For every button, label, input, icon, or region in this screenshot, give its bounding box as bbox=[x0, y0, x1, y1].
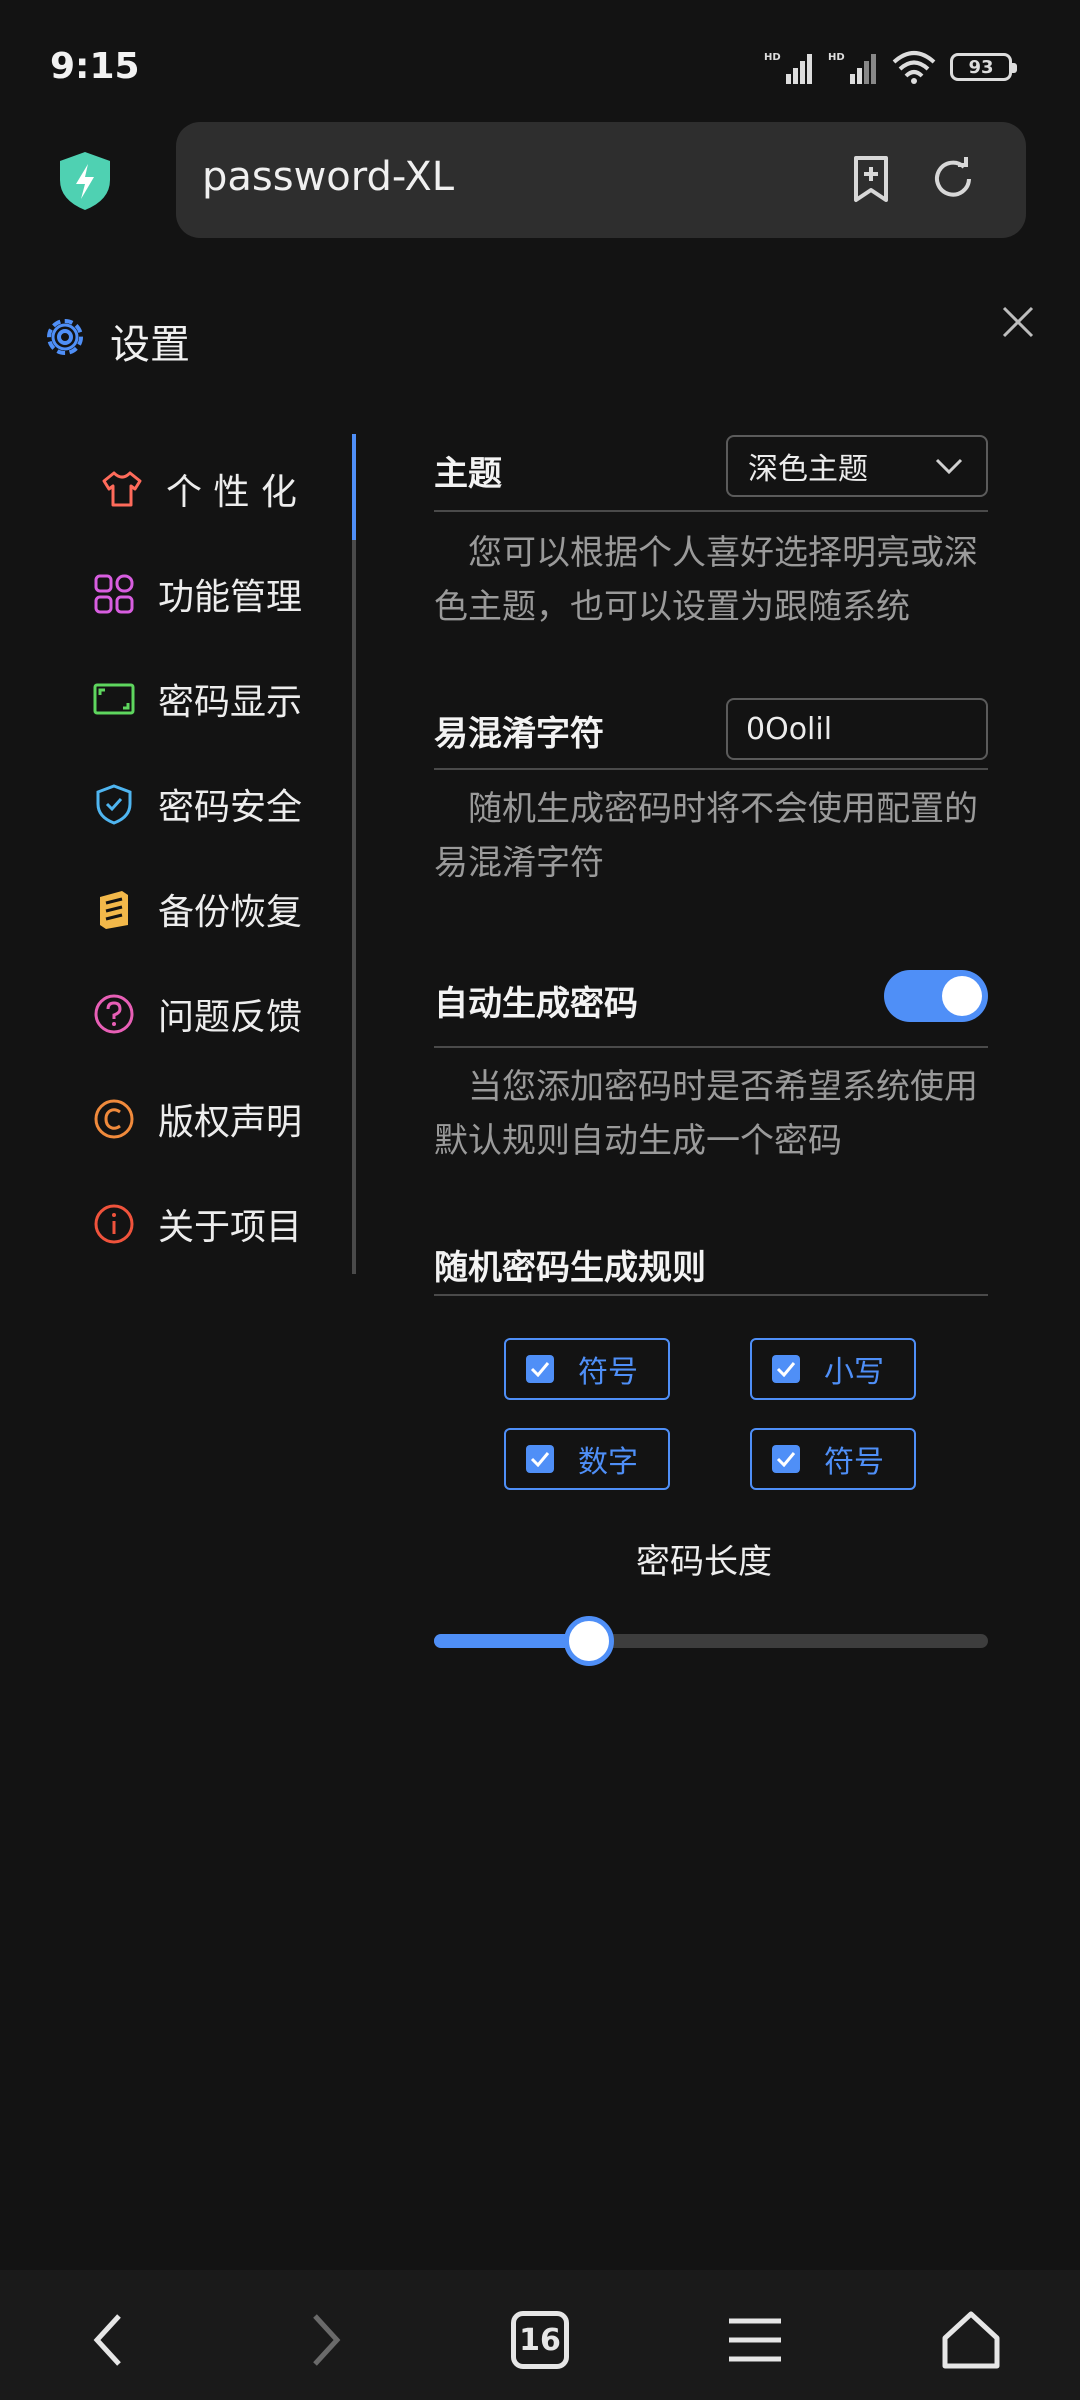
sidebar-item-about[interactable]: 关于项目 bbox=[92, 1189, 342, 1259]
rule-checkbox-lowercase[interactable]: 小写 bbox=[750, 1338, 916, 1400]
rule-label: 符号 bbox=[578, 1355, 638, 1390]
battery-icon: 93 bbox=[950, 53, 1017, 81]
check-icon bbox=[526, 1445, 554, 1473]
sidebar-item-label: 关于项目 bbox=[158, 1207, 303, 1248]
status-icons: HD HD 93 bbox=[764, 50, 1017, 84]
check-icon bbox=[772, 1445, 800, 1473]
sidebar-item-features[interactable]: 功能管理 bbox=[92, 559, 342, 629]
copyright-icon bbox=[94, 1099, 134, 1139]
bookmark-add-icon[interactable] bbox=[844, 152, 898, 206]
question-icon bbox=[94, 994, 134, 1034]
auto-gen-toggle[interactable] bbox=[884, 970, 988, 1022]
shield-bolt-icon[interactable] bbox=[56, 150, 114, 212]
sidebar-divider bbox=[352, 434, 356, 1274]
menu-button[interactable] bbox=[720, 2305, 790, 2375]
wifi-icon bbox=[892, 51, 936, 84]
forward-button[interactable] bbox=[290, 2305, 360, 2375]
info-icon bbox=[94, 1204, 134, 1244]
confusing-divider bbox=[434, 768, 988, 770]
theme-title: 主题 bbox=[434, 454, 502, 494]
refresh-icon[interactable] bbox=[926, 152, 980, 206]
theme-divider bbox=[434, 510, 988, 512]
theme-desc: 您可以根据个人喜好选择明亮或深色主题，也可以设置为跟随系统 bbox=[434, 533, 978, 627]
rule-checkbox-symbols[interactable]: 符号 bbox=[504, 1338, 670, 1400]
sidebar-item-personalize[interactable]: 个 性 化 bbox=[100, 454, 350, 524]
battery-level: 93 bbox=[968, 56, 994, 78]
home-button[interactable] bbox=[936, 2305, 1006, 2375]
screen-icon bbox=[93, 683, 135, 715]
tshirt-icon bbox=[102, 471, 142, 507]
sidebar-item-label: 个 性 化 bbox=[166, 472, 297, 513]
rules-title: 随机密码生成规则 bbox=[434, 1248, 706, 1288]
sidebar-item-display[interactable]: 密码显示 bbox=[92, 664, 342, 734]
rules-divider bbox=[434, 1294, 988, 1296]
rule-checkbox-numbers[interactable]: 数字 bbox=[504, 1428, 670, 1490]
archive-icon bbox=[100, 891, 128, 929]
chevron-right-icon bbox=[313, 2314, 341, 2366]
theme-select[interactable]: 深色主题 bbox=[726, 435, 988, 497]
theme-select-value: 深色主题 bbox=[748, 452, 868, 487]
rule-label: 小写 bbox=[824, 1355, 884, 1390]
url-bar[interactable]: password-XL bbox=[176, 122, 1026, 238]
auto-gen-title: 自动生成密码 bbox=[434, 984, 638, 1024]
sidebar-item-label: 功能管理 bbox=[158, 577, 303, 618]
length-slider-thumb[interactable] bbox=[564, 1616, 615, 1666]
sidebar-item-security[interactable]: 密码安全 bbox=[92, 769, 342, 839]
tab-count: 16 bbox=[511, 2311, 569, 2369]
chevron-down-icon bbox=[935, 458, 963, 475]
tabs-button[interactable]: 16 bbox=[505, 2305, 575, 2375]
gear-icon bbox=[47, 319, 83, 355]
home-icon bbox=[942, 2311, 1000, 2369]
sidebar-item-label: 密码安全 bbox=[158, 787, 303, 828]
length-label: 密码长度 bbox=[636, 1542, 772, 1582]
signal-label-2: HD bbox=[828, 52, 845, 63]
sidebar-item-label: 备份恢复 bbox=[158, 892, 303, 933]
menu-icon bbox=[729, 2318, 781, 2362]
sidebar-item-label: 问题反馈 bbox=[158, 997, 303, 1038]
close-icon[interactable] bbox=[996, 300, 1040, 344]
confusing-chars-input[interactable] bbox=[726, 698, 988, 760]
settings-title: 设置 bbox=[110, 322, 190, 368]
back-button[interactable] bbox=[74, 2305, 144, 2375]
toggle-knob bbox=[942, 976, 982, 1016]
auto-gen-divider bbox=[434, 1046, 988, 1048]
check-icon bbox=[526, 1355, 554, 1383]
confusing-desc: 随机生成密码时将不会使用配置的易混淆字符 bbox=[434, 789, 978, 883]
sidebar-item-copyright[interactable]: 版权声明 bbox=[92, 1084, 342, 1154]
apps-icon bbox=[94, 574, 134, 614]
sidebar-item-backup[interactable]: 备份恢复 bbox=[92, 874, 342, 944]
sidebar-item-label: 版权声明 bbox=[158, 1102, 303, 1143]
url-text[interactable]: password-XL bbox=[202, 154, 454, 200]
confusing-title: 易混淆字符 bbox=[434, 714, 604, 754]
shield-check-icon bbox=[96, 784, 132, 825]
signal-icon: HD bbox=[764, 52, 812, 84]
auto-gen-desc: 当您添加密码时是否希望系统使用默认规则自动生成一个密码 bbox=[434, 1067, 978, 1161]
sidebar-item-label: 密码显示 bbox=[158, 682, 303, 723]
rule-label: 数字 bbox=[578, 1445, 638, 1480]
status-time: 9:15 bbox=[50, 46, 140, 87]
check-icon bbox=[772, 1355, 800, 1383]
rule-label: 符号 bbox=[824, 1445, 884, 1480]
chevron-left-icon bbox=[93, 2314, 121, 2366]
signal-icon-2: HD bbox=[828, 52, 876, 84]
rule-checkbox-symbols-2[interactable]: 符号 bbox=[750, 1428, 916, 1490]
signal-label: HD bbox=[764, 52, 781, 63]
sidebar-active-indicator bbox=[352, 434, 356, 540]
sidebar-item-feedback[interactable]: 问题反馈 bbox=[92, 979, 342, 1049]
